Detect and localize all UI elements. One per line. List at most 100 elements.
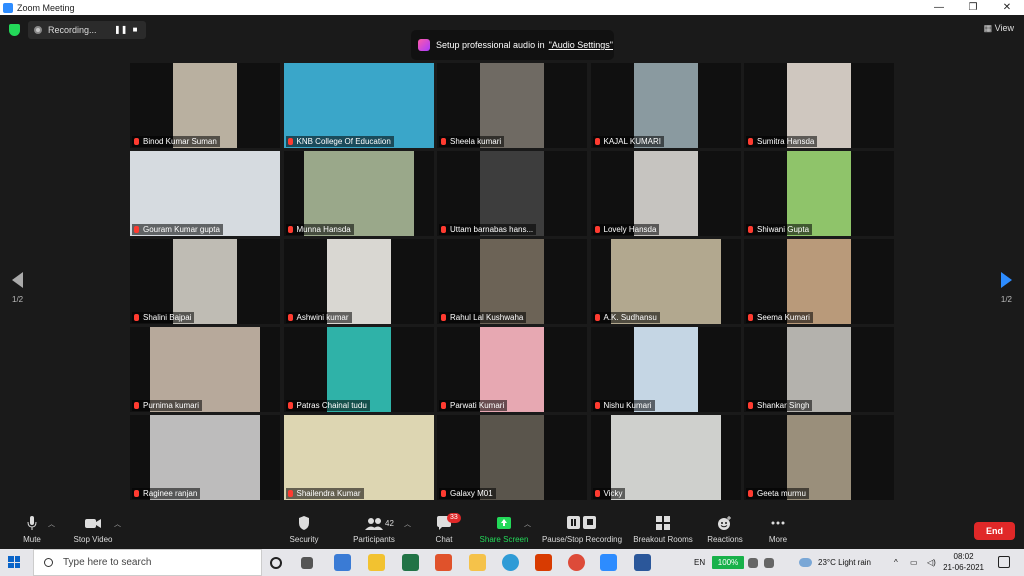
next-page-button[interactable]: 1/2 bbox=[1000, 272, 1012, 305]
stop-recording-icon[interactable]: ■ bbox=[130, 25, 140, 35]
participant-tile[interactable]: Seema Kumari bbox=[744, 239, 894, 324]
participant-name: Patras Chainal tudu bbox=[296, 401, 367, 410]
share-options-caret-icon[interactable]: ︿ bbox=[524, 519, 531, 529]
battery-indicator[interactable]: 100% bbox=[712, 556, 744, 569]
participant-tile[interactable]: Shalini Bajpai bbox=[130, 239, 280, 324]
pause-stop-recording-button[interactable]: Pause/Stop Recording bbox=[541, 515, 623, 544]
participant-tile[interactable]: Raginee ranjan bbox=[130, 415, 280, 500]
participant-tile[interactable]: Sumitra Hansda bbox=[744, 63, 894, 148]
participant-tile[interactable]: Sheela kumari bbox=[437, 63, 587, 148]
file-explorer-icon[interactable] bbox=[469, 554, 486, 571]
meeting-topbar: Recording... ❚❚ ■ Setup professional aud… bbox=[0, 15, 1024, 63]
reactions-label: Reactions bbox=[707, 535, 743, 544]
muted-microphone-icon bbox=[748, 226, 753, 233]
muted-microphone-icon bbox=[441, 490, 446, 497]
encryption-shield-icon[interactable] bbox=[9, 24, 20, 36]
muted-microphone-icon bbox=[287, 138, 293, 145]
mute-button[interactable]: Mute bbox=[18, 515, 46, 544]
app-orange-icon[interactable] bbox=[435, 554, 452, 571]
taskbar-clock[interactable]: 08:02 21-06-2021 bbox=[943, 551, 984, 573]
share-screen-button[interactable]: Share Screen bbox=[479, 515, 529, 544]
task-view-icon[interactable] bbox=[301, 557, 313, 569]
participant-tile[interactable]: Binod Kumar Suman bbox=[130, 63, 280, 148]
participant-tile[interactable]: Galaxy M01 bbox=[437, 415, 587, 500]
participant-tile[interactable]: Shailendra Kumar bbox=[283, 415, 434, 500]
security-button[interactable]: Security bbox=[287, 515, 321, 544]
participant-name-tag: A.K. Sudhansu bbox=[592, 312, 660, 323]
participant-name: Binod Kumar Suman bbox=[143, 137, 217, 146]
arrow-left-icon bbox=[12, 272, 23, 288]
participant-tile[interactable]: Parwati Kumari bbox=[437, 327, 587, 412]
minimize-button[interactable]: — bbox=[922, 0, 956, 15]
participant-tile[interactable]: Purnima kumari bbox=[130, 327, 280, 412]
volume-icon[interactable]: ◁) bbox=[927, 549, 936, 576]
shield-icon bbox=[299, 516, 309, 530]
tray-app-icon[interactable] bbox=[764, 558, 774, 568]
search-icon bbox=[44, 558, 53, 567]
participant-tile[interactable]: Uttam barnabas hans... bbox=[437, 151, 587, 236]
page-indicator-left: 1/2 bbox=[12, 295, 24, 304]
pause-stop-recording-label: Pause/Stop Recording bbox=[541, 535, 623, 544]
previous-page-button[interactable]: 1/2 bbox=[12, 272, 23, 305]
more-button[interactable]: More bbox=[765, 515, 791, 544]
gallery-grid: Binod Kumar Suman KNB College Of Educatio… bbox=[130, 63, 894, 500]
view-button[interactable]: ▦ View bbox=[984, 23, 1014, 34]
participant-tile[interactable]: Lovely Hansda bbox=[590, 151, 741, 236]
participant-tile[interactable]: Geeta murmu bbox=[744, 415, 894, 500]
participants-caret-icon[interactable]: ︿ bbox=[404, 519, 411, 529]
participant-tile[interactable]: Munna Hansda bbox=[283, 151, 434, 236]
participant-tile[interactable]: Patras Chainal tudu bbox=[283, 327, 434, 412]
excel-icon[interactable] bbox=[402, 554, 419, 571]
participant-tile[interactable]: KAJAL KUMARI bbox=[590, 63, 741, 148]
zoom-taskbar-icon[interactable] bbox=[600, 554, 617, 571]
participant-tile[interactable]: Nishu Kumari bbox=[590, 327, 741, 412]
pause-recording-icon[interactable]: ❚❚ bbox=[114, 25, 127, 35]
participant-name-tag: Galaxy M01 bbox=[439, 488, 496, 499]
tray-app-icon[interactable] bbox=[748, 558, 758, 568]
close-button[interactable]: ✕ bbox=[990, 0, 1024, 15]
muted-microphone-icon bbox=[287, 402, 293, 409]
network-icon[interactable]: ▭ bbox=[910, 549, 918, 576]
audio-settings-link[interactable]: "Audio Settings" bbox=[549, 40, 613, 50]
participant-name: Ashwini kumar bbox=[296, 313, 349, 322]
participant-name: Geeta murmu bbox=[757, 489, 806, 498]
windows-start-icon[interactable] bbox=[8, 556, 20, 568]
participant-tile[interactable]: Shankar Singh bbox=[744, 327, 894, 412]
recording-indicator: Recording... ❚❚ ■ bbox=[28, 21, 146, 39]
participant-name-tag: Binod Kumar Suman bbox=[132, 136, 220, 147]
office-icon[interactable] bbox=[535, 554, 552, 571]
notifications-icon[interactable] bbox=[998, 556, 1010, 568]
participant-name: Rahul Lal Kushwaha bbox=[450, 313, 524, 322]
chrome-icon[interactable] bbox=[568, 554, 585, 571]
language-indicator[interactable]: EN bbox=[694, 549, 705, 576]
muted-microphone-icon bbox=[748, 314, 753, 321]
weather-text[interactable]: 23°C Light rain bbox=[818, 549, 871, 576]
word-icon[interactable] bbox=[634, 554, 651, 571]
audio-options-caret-icon[interactable]: ︿ bbox=[48, 519, 55, 529]
participant-tile[interactable]: Ashwini kumar bbox=[283, 239, 434, 324]
participant-tile[interactable]: Rahul Lal Kushwaha bbox=[437, 239, 587, 324]
maximize-button[interactable]: ❐ bbox=[956, 0, 990, 15]
participant-name-tag: Lovely Hansda bbox=[592, 224, 660, 235]
participant-name: KAJAL KUMARI bbox=[603, 137, 662, 146]
participant-tile[interactable]: Gouram Kumar gupta bbox=[130, 151, 280, 236]
taskbar-search-box[interactable]: Type here to search bbox=[33, 549, 262, 576]
video-options-caret-icon[interactable]: ︿ bbox=[114, 519, 121, 529]
participant-name-tag: Raginee ranjan bbox=[132, 488, 201, 499]
muted-microphone-icon bbox=[287, 314, 293, 321]
store-icon[interactable] bbox=[368, 554, 385, 571]
breakout-rooms-button[interactable]: Breakout Rooms bbox=[632, 515, 694, 544]
end-meeting-button[interactable]: End bbox=[974, 522, 1015, 540]
participant-tile[interactable]: A.K. Sudhansu bbox=[590, 239, 741, 324]
edge-browser-icon[interactable] bbox=[502, 554, 519, 571]
reactions-button[interactable]: Reactions bbox=[706, 515, 744, 544]
cortana-icon[interactable] bbox=[270, 557, 282, 569]
tray-chevron-icon[interactable]: ^ bbox=[894, 549, 898, 576]
app-pinned-icon[interactable] bbox=[334, 554, 351, 571]
muted-microphone-icon bbox=[594, 226, 600, 233]
participant-tile[interactable]: Vicky bbox=[590, 415, 741, 500]
participant-tile[interactable]: Shiwani Gupta bbox=[744, 151, 894, 236]
stop-video-button[interactable]: Stop Video bbox=[70, 515, 116, 544]
participant-tile[interactable]: KNB College Of Education bbox=[283, 63, 434, 148]
participant-name-tag: Geeta murmu bbox=[746, 488, 809, 499]
